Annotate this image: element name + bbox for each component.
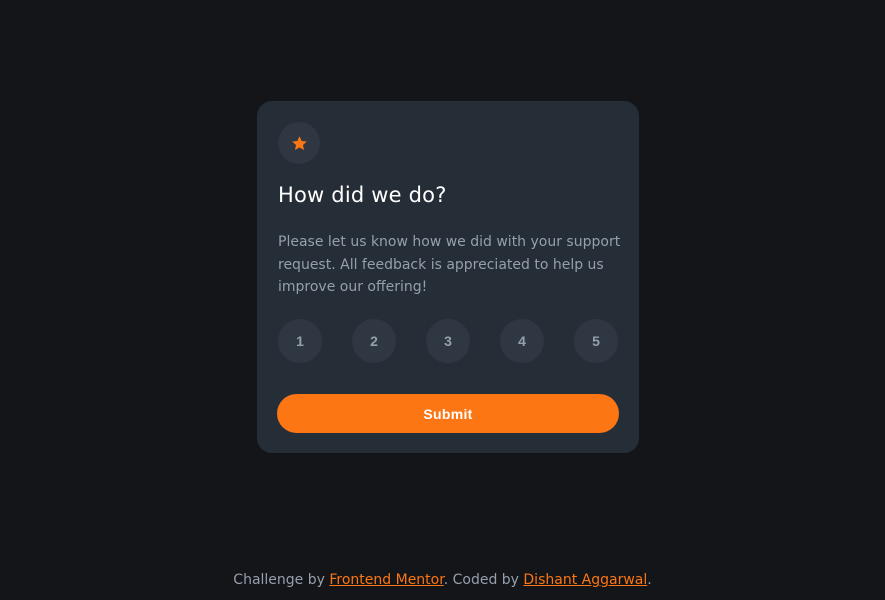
card-title: How did we do? [278, 183, 447, 207]
rating-button-3[interactable]: 3 [426, 319, 470, 363]
attribution-suffix: . [647, 572, 652, 588]
rating-button-5[interactable]: 5 [574, 319, 618, 363]
attribution: Challenge by Frontend Mentor. Coded by D… [0, 572, 885, 588]
frontend-mentor-link[interactable]: Frontend Mentor [329, 572, 443, 588]
submit-button[interactable]: Submit [277, 394, 619, 433]
attribution-middle: . Coded by [443, 572, 524, 588]
rating-button-1[interactable]: 1 [278, 319, 322, 363]
rating-button-4[interactable]: 4 [500, 319, 544, 363]
author-link[interactable]: Dishant Aggarwal [523, 572, 647, 588]
attribution-prefix: Challenge by [233, 572, 330, 588]
star-icon [291, 135, 307, 150]
card-description: Please let us know how we did with your … [278, 234, 621, 295]
rating-options: 1 2 3 4 5 [278, 319, 618, 363]
rating-card: How did we do? Please let us know how we… [257, 101, 639, 453]
star-icon-container [278, 122, 320, 164]
rating-button-2[interactable]: 2 [352, 319, 396, 363]
